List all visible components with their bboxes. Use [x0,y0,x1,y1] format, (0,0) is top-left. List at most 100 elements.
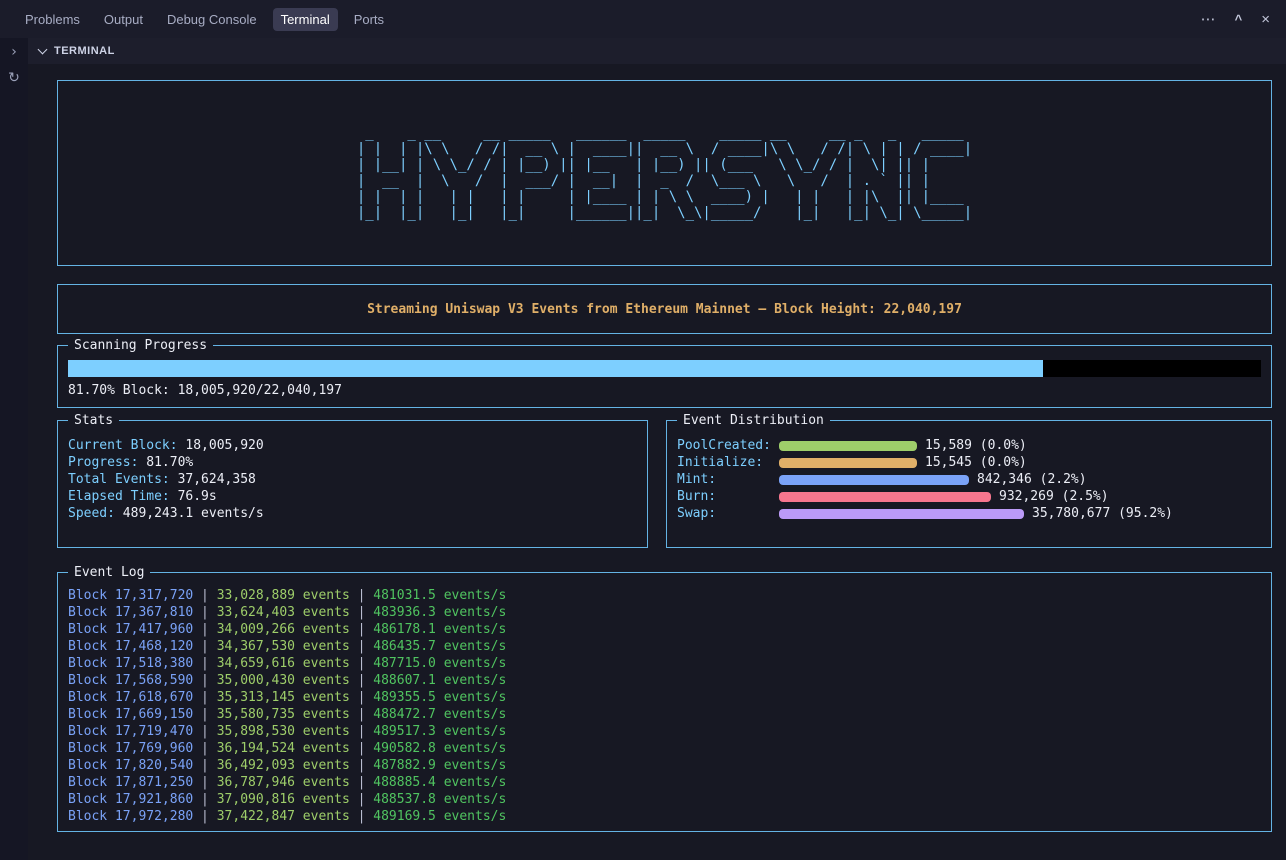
log-separator: | [350,707,373,722]
event-log-row: Block 17,769,960 | 36,194,524 events | 4… [68,740,1261,757]
stat-row: Total Events: 37,624,358 [68,471,637,488]
log-events-rate: 488885.4 events/s [373,775,506,790]
log-separator: | [193,809,216,824]
log-events-rate: 481031.5 events/s [373,588,506,603]
log-events-count: 34,659,616 events [217,656,350,671]
progress-bar [68,360,1261,377]
distribution-row: Burn:932,269 (2.5%) [677,488,1261,505]
log-separator: | [193,775,216,790]
log-events-count: 36,492,093 events [217,758,350,773]
stat-label: Current Block: [68,438,178,453]
distribution-bar [779,441,917,451]
log-block-number: Block 17,669,150 [68,707,193,722]
distribution-list: PoolCreated: 15,589 (0.0%)Initialize:15,5… [677,437,1261,522]
event-log-row: Block 17,820,540 | 36,492,093 events | 4… [68,757,1261,774]
stream-subtitle: Streaming Uniswap V3 Events from Ethereu… [367,301,962,318]
distribution-row: Swap: 35,780,677 (95.2%) [677,505,1261,522]
log-block-number: Block 17,518,380 [68,656,193,671]
log-separator: | [193,605,216,620]
chevron-down-icon [38,44,48,54]
log-events-count: 36,194,524 events [217,741,350,756]
stat-value: 76.9s [170,489,217,504]
log-separator: | [350,792,373,807]
close-panel-icon[interactable]: × [1261,12,1270,27]
stat-label: Progress: [68,455,138,470]
log-separator: | [350,673,373,688]
more-actions-icon[interactable]: ⋯ [1201,12,1216,27]
log-block-number: Block 17,921,860 [68,792,193,807]
distribution-label: Mint: [677,471,779,488]
banner-box: _ _ __ __ _____ ______ _____ _____ __ __… [57,80,1272,266]
app: Problems Output Debug Console Terminal Ports… [0,0,1286,860]
panel-tab-problems[interactable]: Problems [17,8,88,31]
event-log-row: Block 17,618,670 | 35,313,145 events | 4… [68,689,1261,706]
log-separator: | [350,809,373,824]
terminal-viewport[interactable]: _ _ __ __ _____ ______ _____ _____ __ __… [28,64,1286,860]
log-separator: | [350,605,373,620]
log-separator: | [193,690,216,705]
log-separator: | [350,622,373,637]
log-block-number: Block 17,618,670 [68,690,193,705]
event-log-row: Block 17,568,590 | 35,000,430 events | 4… [68,672,1261,689]
stat-value: 489,243.1 events/s [115,506,264,521]
log-events-rate: 489169.5 events/s [373,809,506,824]
log-events-count: 33,028,889 events [217,588,350,603]
distribution-label: Swap: [677,505,779,522]
distribution-value: 15,545 (0.0%) [925,454,1027,471]
log-block-number: Block 17,820,540 [68,758,193,773]
distribution-bar [779,492,991,502]
log-block-number: Block 17,972,280 [68,809,193,824]
panel-tab-terminal[interactable]: Terminal [273,8,338,31]
distribution-value: 15,589 (0.0%) [925,437,1027,454]
terminal-header[interactable]: TERMINAL [28,38,1286,64]
log-separator: | [193,792,216,807]
log-separator: | [350,741,373,756]
log-separator: | [193,588,216,603]
log-separator: | [350,588,373,603]
log-events-rate: 488607.1 events/s [373,673,506,688]
event-log-box: Event Log Block 17,317,720 | 33,028,889 … [57,572,1272,832]
event-log-row: Block 17,871,250 | 36,787,946 events | 4… [68,774,1261,791]
log-events-rate: 488472.7 events/s [373,707,506,722]
panel-tab-output[interactable]: Output [96,8,151,31]
log-separator: | [350,639,373,654]
distribution-row: Initialize:15,545 (0.0%) [677,454,1261,471]
log-events-rate: 489355.5 events/s [373,690,506,705]
log-events-rate: 486178.1 events/s [373,622,506,637]
log-block-number: Block 17,417,960 [68,622,193,637]
distribution-row: PoolCreated: 15,589 (0.0%) [677,437,1261,454]
log-separator: | [350,758,373,773]
log-events-count: 35,000,430 events [217,673,350,688]
log-events-count: 37,090,816 events [217,792,350,807]
stat-label: Elapsed Time: [68,489,170,504]
event-log-row: Block 17,417,960 | 34,009,266 events | 4… [68,621,1261,638]
stats-box-title: Stats [68,412,119,429]
stat-label: Speed: [68,506,115,521]
terminal-header-label: TERMINAL [54,45,115,57]
log-events-rate: 483936.3 events/s [373,605,506,620]
stat-label: Total Events: [68,472,170,487]
panel-tab-ports[interactable]: Ports [346,8,392,31]
log-separator: | [193,707,216,722]
distribution-box: Event Distribution PoolCreated:15,589 (0… [666,420,1272,548]
event-log-row: Block 17,719,470 | 35,898,530 events | 4… [68,723,1261,740]
log-events-count: 34,009,266 events [217,622,350,637]
distribution-value: 842,346 (2.2%) [977,471,1087,488]
stat-row: Elapsed Time: 76.9s [68,488,637,505]
log-events-count: 35,898,530 events [217,724,350,739]
distribution-label: PoolCreated: [677,437,779,454]
distribution-value: 35,780,677 (95.2%) [1032,505,1173,522]
subtitle-box: Streaming Uniswap V3 Events from Ethereu… [57,284,1272,334]
expand-icon[interactable]: › [11,44,17,61]
log-separator: | [350,656,373,671]
log-block-number: Block 17,871,250 [68,775,193,790]
event-log-row: Block 17,317,720 | 33,028,889 events | 4… [68,587,1261,604]
log-events-count: 33,624,403 events [217,605,350,620]
panel-tab-debug-console[interactable]: Debug Console [159,8,265,31]
progress-box-title: Scanning Progress [68,337,213,354]
sync-icon[interactable]: ↻ [8,70,20,87]
log-events-rate: 490582.8 events/s [373,741,506,756]
terminal-panel: TERMINAL _ _ __ __ _____ ______ _____ __… [28,38,1286,860]
maximize-panel-icon[interactable]: ^ [1235,13,1243,26]
log-events-count: 35,313,145 events [217,690,350,705]
